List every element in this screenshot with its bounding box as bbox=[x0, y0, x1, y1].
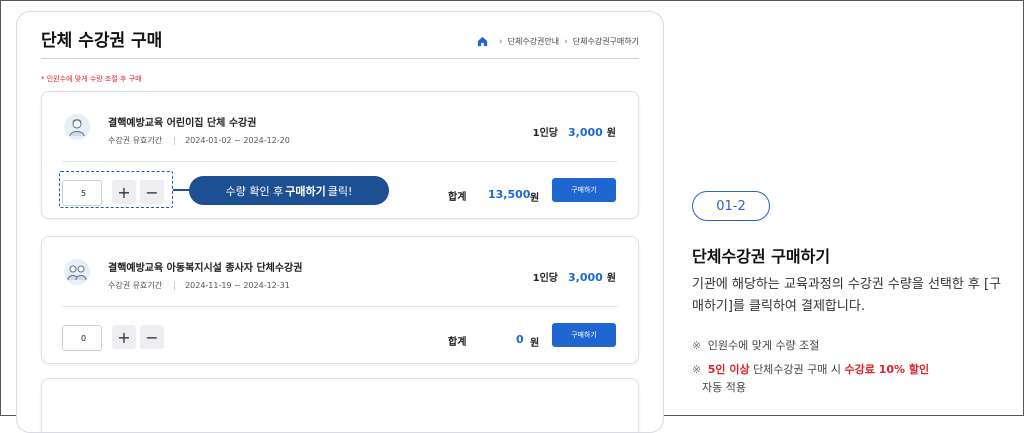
callout-text-before: 수량 확인 후 bbox=[225, 184, 284, 198]
buy-button[interactable]: 구매하기 bbox=[552, 323, 616, 347]
increase-button[interactable]: + bbox=[112, 325, 136, 349]
chevron-right-icon: › bbox=[564, 36, 568, 47]
step-badge: 01-2 bbox=[692, 191, 770, 221]
currency: 원 bbox=[606, 128, 616, 139]
breadcrumb: › 단체수강권안내 › 단체수강권구매하기 bbox=[477, 36, 639, 47]
quantity-input[interactable]: 0 bbox=[62, 325, 102, 351]
quantity-notice: * 인원수에 맞게 수량 조절 후 구매 bbox=[41, 75, 142, 83]
breadcrumb-item[interactable]: 단체수강권안내 bbox=[508, 36, 560, 47]
note-mark: ※ bbox=[692, 363, 702, 376]
ticket-card-partial bbox=[41, 378, 639, 432]
group-icon bbox=[64, 259, 90, 285]
currency: 원 bbox=[606, 273, 616, 284]
unit-label: 1인당 bbox=[532, 273, 558, 284]
total-amount: 13,500 bbox=[488, 188, 531, 201]
buy-button[interactable]: 구매하기 bbox=[552, 178, 616, 202]
unit-price: 1인당 3,000 원 bbox=[533, 124, 616, 139]
period-label: 수강권 유효기간 bbox=[108, 281, 163, 290]
validity-period: 수강권 유효기간 2024-01-02 ~ 2024-12-20 bbox=[108, 135, 290, 146]
price-amount: 3,000 bbox=[568, 271, 603, 284]
total-currency: 원 bbox=[530, 338, 540, 349]
unit-price: 1인당 3,000 원 bbox=[533, 269, 616, 284]
total-currency: 원 bbox=[530, 193, 540, 204]
price-amount: 3,000 bbox=[568, 126, 603, 139]
note-text: 단체수강권 구매 시 bbox=[753, 363, 842, 376]
quantity-highlight bbox=[59, 171, 173, 208]
callout-text-after: 클릭! bbox=[327, 184, 353, 198]
breadcrumb-item-current[interactable]: 단체수강권구매하기 bbox=[573, 36, 639, 47]
validity-period: 수강권 유효기간 2024-11-19 ~ 2024-12-31 bbox=[108, 280, 290, 291]
note-text-end: 자동 적용 bbox=[702, 381, 746, 394]
period-dates: 2024-11-19 ~ 2024-12-31 bbox=[185, 281, 290, 290]
decrease-button[interactable]: − bbox=[140, 325, 164, 349]
card-divider bbox=[62, 306, 618, 307]
discount-rate: 수강료 10% 할인 bbox=[844, 363, 930, 376]
page-title: 단체 수강권 구매 bbox=[41, 31, 163, 51]
note-mark: ※ bbox=[692, 339, 702, 352]
callout-text-bold: 구매하기 bbox=[285, 184, 326, 198]
separator bbox=[174, 281, 176, 290]
discount-condition: 5인 이상 bbox=[707, 363, 750, 376]
ticket-card: 결핵예방교육 아동복지시설 종사자 단체수강권 수강권 유효기간 2024-11… bbox=[41, 236, 639, 364]
card-divider bbox=[62, 161, 618, 162]
unit-label: 1인당 bbox=[532, 128, 558, 139]
note-text: 인원수에 맞게 수량 조절 bbox=[707, 339, 820, 352]
period-dates: 2024-01-02 ~ 2024-12-20 bbox=[185, 136, 290, 145]
guide-description: 기관에 해당하는 교육과정의 수강권 수량을 선택한 후 [구매하기]를 클릭하… bbox=[692, 277, 1002, 314]
period-label: 수강권 유효기간 bbox=[108, 136, 163, 145]
screen-panel: 단체 수강권 구매 › 단체수강권안내 › 단체수강권구매하기 * 인원수에 맞… bbox=[16, 11, 664, 433]
guide-note: ※ 인원수에 맞게 수량 조절 bbox=[692, 337, 819, 355]
home-icon[interactable] bbox=[477, 36, 488, 47]
title-divider bbox=[41, 58, 639, 59]
separator bbox=[174, 136, 176, 145]
total-label: 합계 bbox=[448, 337, 467, 348]
callout-tooltip: 수량 확인 후 구매하기 클릭! bbox=[189, 176, 389, 205]
guide-title: 단체수강권 구매하기 bbox=[692, 247, 831, 266]
child-icon bbox=[64, 114, 90, 140]
course-name: 결핵예방교육 어린이집 단체 수강권 bbox=[108, 118, 257, 129]
total-label: 합계 bbox=[448, 192, 467, 203]
guide-note-discount: ※ 5인 이상 단체수강권 구매 시 수강료 10% 할인 자동 적용 bbox=[692, 361, 992, 397]
course-name: 결핵예방교육 아동복지시설 종사자 단체수강권 bbox=[108, 263, 303, 274]
chevron-right-icon: › bbox=[499, 36, 503, 47]
total-amount: 0 bbox=[516, 333, 524, 346]
